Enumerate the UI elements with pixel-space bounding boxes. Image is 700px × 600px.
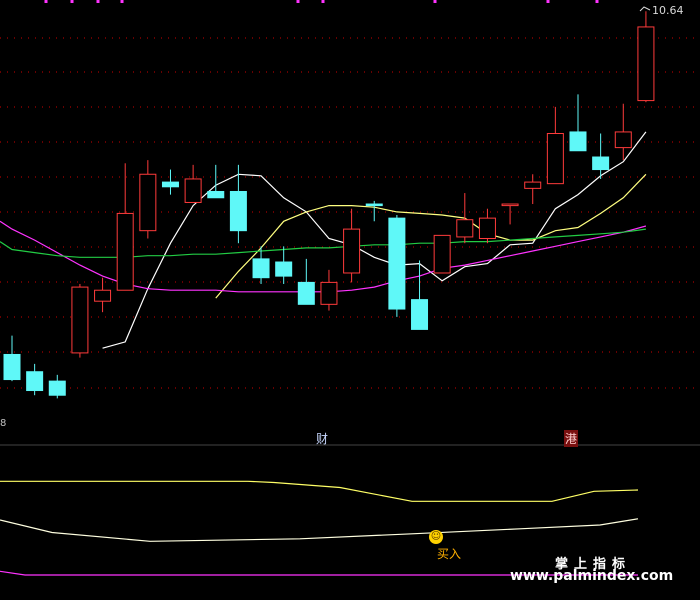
top-tick <box>433 0 437 3</box>
top-tick <box>120 0 124 3</box>
candle <box>614 103 632 161</box>
candle <box>478 208 496 244</box>
candle-body-up <box>546 133 564 185</box>
top-tick <box>70 0 74 3</box>
brand-url: www.palmindex.com <box>510 568 674 584</box>
candle <box>501 203 519 225</box>
candle-body-down <box>275 261 293 277</box>
candle-body-down <box>365 203 383 207</box>
top-tick <box>96 0 100 3</box>
candle <box>456 193 474 244</box>
candle <box>433 234 451 274</box>
candle <box>26 363 44 396</box>
candle-body-up <box>433 234 451 274</box>
candle <box>3 335 21 382</box>
candle-body-down <box>3 353 21 381</box>
top-tick <box>595 0 599 3</box>
buy-signal-label: 买入 <box>437 547 462 561</box>
ind_yellow-line <box>0 480 639 502</box>
candle <box>411 260 429 330</box>
candle <box>320 269 338 311</box>
top-tick <box>546 0 550 3</box>
candle <box>94 277 112 313</box>
candle <box>184 164 202 203</box>
candle <box>637 11 655 103</box>
candle-body-down <box>297 281 315 305</box>
smiley-icon: ☺ <box>429 530 443 544</box>
candle-body-up <box>343 228 361 274</box>
candle-body-down <box>229 190 247 232</box>
candle-body-down <box>161 181 179 188</box>
candle <box>343 208 361 283</box>
top-tick <box>44 0 48 3</box>
candle-body-down <box>569 131 587 152</box>
candle-body-down <box>26 371 44 392</box>
grid-lines <box>0 0 700 389</box>
candlesticks <box>3 11 655 399</box>
candle <box>297 258 315 305</box>
candle <box>388 215 406 317</box>
candle-body-up <box>501 203 519 207</box>
top-tick <box>296 0 300 3</box>
candle <box>161 169 179 195</box>
candle <box>524 174 542 205</box>
candle-body-up <box>139 173 157 232</box>
candle-body-up <box>320 281 338 305</box>
candle-body-down <box>388 217 406 310</box>
candle <box>275 246 293 284</box>
candle <box>71 283 89 358</box>
candle-body-down <box>252 258 270 279</box>
candle-body-down <box>48 380 66 396</box>
stock-chart <box>0 0 700 576</box>
candle <box>207 164 225 199</box>
candle-body-down <box>411 299 429 330</box>
candle <box>365 200 383 222</box>
candle <box>546 106 564 185</box>
candle <box>139 160 157 239</box>
ind_white-line <box>0 518 639 542</box>
candle <box>569 94 587 152</box>
top-tick <box>321 0 325 3</box>
candle-body-up <box>71 286 89 354</box>
indicator-lines <box>0 480 639 576</box>
candle-body-up <box>116 212 134 291</box>
marker-cai: 财 <box>316 432 329 446</box>
candle-body-up <box>637 26 655 102</box>
candle-body-up <box>184 178 202 203</box>
high-price-marker-icon <box>639 6 651 12</box>
candle-body-up <box>94 289 112 302</box>
marker-gang: 港 <box>564 430 579 447</box>
candle-body-down <box>592 156 610 171</box>
left-edge-label: 8 <box>0 418 7 429</box>
candle-body-down <box>207 190 225 199</box>
candle <box>48 374 66 399</box>
ma10-line <box>215 173 647 299</box>
candle-body-up <box>614 131 632 149</box>
ma5-line <box>102 131 647 349</box>
candle-body-up <box>524 181 542 189</box>
candle <box>116 163 134 291</box>
high-price-label: 10.64 <box>652 4 684 17</box>
candle-body-up <box>478 217 496 240</box>
candle-body-up <box>456 219 474 238</box>
